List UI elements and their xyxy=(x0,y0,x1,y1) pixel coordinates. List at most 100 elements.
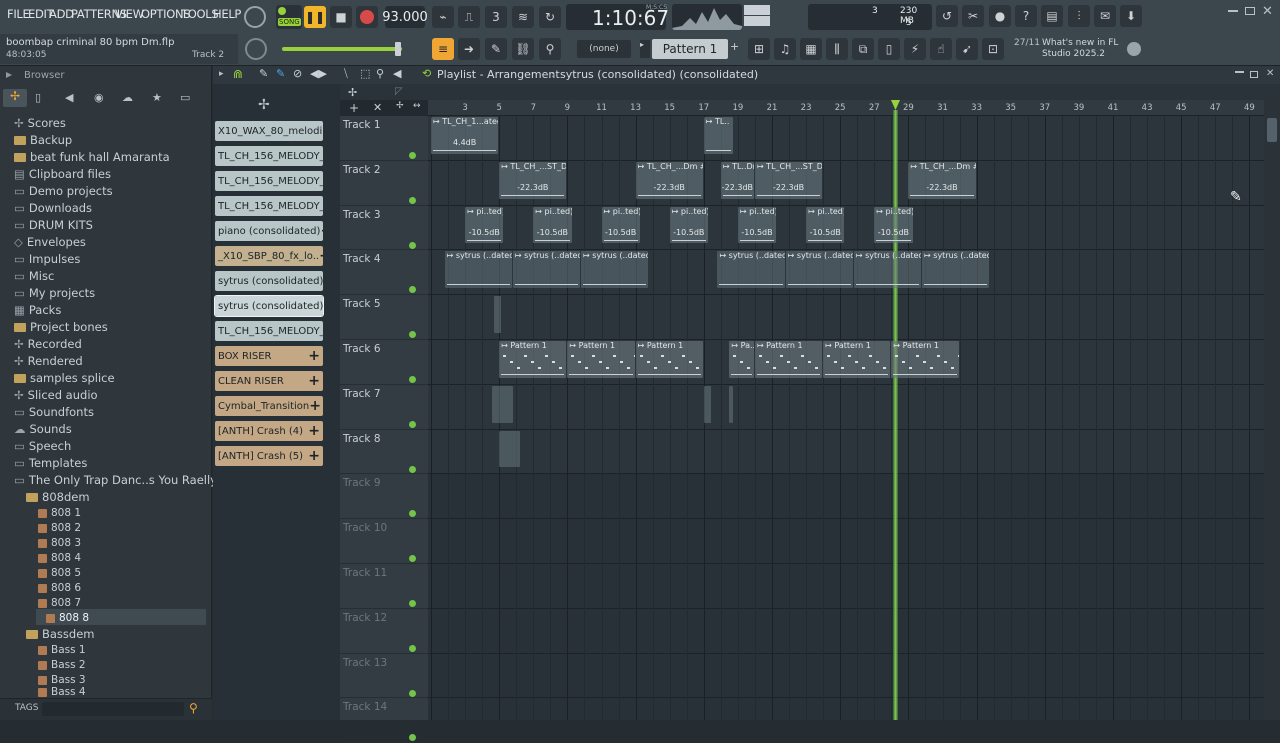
browser-item[interactable]: ▦Packs xyxy=(14,302,61,318)
metronome-dial[interactable] xyxy=(244,6,266,28)
track-name[interactable]: Track 2 xyxy=(343,164,423,176)
browser-cloud-icon[interactable]: ◉ xyxy=(94,91,104,104)
browser-plugins-icon[interactable]: ◀ xyxy=(65,91,73,104)
track-name[interactable]: Track 12 xyxy=(343,612,423,624)
countdown-icon[interactable]: 3 xyxy=(485,6,507,28)
browser-item[interactable]: ✢Rendered xyxy=(14,353,83,369)
snap-select[interactable]: (none) xyxy=(577,40,631,58)
track-mute-led-icon[interactable] xyxy=(409,466,416,473)
link-icon[interactable]: ⛓ xyxy=(512,38,534,60)
playlist-clip[interactable]: ↦ sytrus (..dated) xyxy=(445,251,512,288)
play-arrow-icon[interactable]: ▸ xyxy=(219,69,224,79)
track-name[interactable]: Track 4 xyxy=(343,253,423,265)
microphone-icon[interactable]: ● xyxy=(989,5,1011,27)
browser-file[interactable]: 808 1 xyxy=(38,505,81,521)
channel-item[interactable]: BOX RISER+ xyxy=(215,346,323,366)
playlist-clip[interactable]: ↦ TL..Dm-22.3dB xyxy=(721,162,754,199)
grid-row[interactable] xyxy=(428,654,1264,699)
channel-item[interactable]: TL_CH_156_MELODY_..+ xyxy=(215,171,323,191)
browser-file[interactable]: Bass 1 xyxy=(38,642,86,658)
playlist-minimize-icon[interactable] xyxy=(1235,71,1244,73)
browser-item[interactable]: ▭DRUM KITS xyxy=(14,217,93,233)
playlist-clip[interactable]: ↦ Pattern 1 xyxy=(823,341,890,378)
plugin-icon[interactable]: ⧉ xyxy=(852,38,874,60)
track-mute-led-icon[interactable] xyxy=(409,421,416,428)
magnet-icon[interactable]: ⋒ xyxy=(233,67,243,81)
playlist-clip[interactable]: ↦ sytrus (..dated) xyxy=(786,251,853,288)
channel-item[interactable]: CLEAN RISER+ xyxy=(215,371,323,391)
menu-add[interactable]: ADD xyxy=(49,7,74,21)
close-window-icon[interactable]: ✕ xyxy=(1262,4,1273,19)
channel-item[interactable]: TL_CH_156_MELODY_..+ xyxy=(215,321,323,341)
track-mute-led-icon[interactable] xyxy=(409,690,416,697)
grid-row[interactable] xyxy=(428,116,1264,161)
browser-item[interactable]: ▭Impulses xyxy=(14,251,80,267)
playlist-clip[interactable]: ↦ Pattern 1 xyxy=(755,341,822,378)
browser-item[interactable]: ✢Scores xyxy=(14,115,66,131)
cut-icon[interactable]: ✂ xyxy=(962,5,984,27)
playlist-play-icon[interactable]: ⟲ xyxy=(422,67,431,80)
add-track-icon[interactable]: ✢ xyxy=(348,86,357,99)
slider-handle[interactable] xyxy=(395,42,401,56)
globe-icon[interactable] xyxy=(1127,42,1141,56)
add-pattern-icon[interactable]: + xyxy=(730,40,740,58)
browser-file[interactable]: 808 3 xyxy=(38,535,81,551)
browser-item[interactable]: ▭Speech xyxy=(14,438,71,454)
track-mute-led-icon[interactable] xyxy=(409,645,416,652)
stop-button[interactable]: ■ xyxy=(330,6,352,28)
playlist-clip[interactable]: ↦ Pa..n 1 xyxy=(729,341,754,378)
browser-item[interactable]: Backup xyxy=(14,132,72,148)
menu-file[interactable]: FILE xyxy=(7,7,29,21)
browser-star-icon[interactable]: ★ xyxy=(152,91,162,104)
browser-item[interactable]: ◇Envelopes xyxy=(14,234,86,250)
browser-file[interactable]: Bass 2 xyxy=(38,657,86,673)
grid-row[interactable] xyxy=(428,474,1264,519)
record-button[interactable] xyxy=(356,6,378,28)
browser-item[interactable]: ☁Sounds xyxy=(14,421,72,437)
browser-folder-icon[interactable]: ▭ xyxy=(180,91,190,104)
browser-file[interactable]: 808 4 xyxy=(38,550,81,566)
chat-icon[interactable]: ✉ xyxy=(1094,5,1116,27)
mixer-faders-icon[interactable]: ⫼ xyxy=(826,38,848,60)
track-mute-led-icon[interactable] xyxy=(409,242,416,249)
browser-item[interactable]: ▭Soundfonts xyxy=(14,404,94,420)
browser-icon[interactable]: ▯ xyxy=(878,38,900,60)
browser-item[interactable]: ✢Recorded xyxy=(14,336,82,352)
delete-tool-icon[interactable]: ⊘ xyxy=(293,67,302,80)
playlist-icon[interactable]: ▦ xyxy=(800,38,822,60)
resize-icon[interactable]: ↔ xyxy=(413,101,421,111)
playlist-maximize-icon[interactable] xyxy=(1250,71,1258,78)
time-display[interactable]: 1:10:67 M:S:CS xyxy=(566,4,666,30)
track-name[interactable]: Track 1 xyxy=(343,119,423,131)
browser-file[interactable]: 808 2 xyxy=(38,520,81,536)
playlist-close-icon[interactable]: ✕ xyxy=(1266,68,1274,79)
channel-item[interactable]: Cymbal_Transition+ xyxy=(215,396,323,416)
grid-row[interactable] xyxy=(428,609,1264,654)
search-icon[interactable]: ⚲ xyxy=(189,701,198,715)
track-mute-led-icon[interactable] xyxy=(409,152,416,159)
mixer-icon[interactable]: ⫶ xyxy=(1068,5,1090,27)
track-name[interactable]: Track 5 xyxy=(343,298,423,310)
browser-item[interactable]: samples splice xyxy=(14,370,115,386)
track-name[interactable]: Track 8 xyxy=(343,433,423,445)
playlist-clip[interactable]: ↦ pi..ted)-10.5dB xyxy=(465,207,503,244)
track-mute-led-icon[interactable] xyxy=(409,197,416,204)
browser-item[interactable]: ▭Demo projects xyxy=(14,183,113,199)
browser-folder-bassdem[interactable]: Bassdem xyxy=(26,626,95,642)
song-mode-toggle[interactable]: SONG xyxy=(276,5,302,29)
playlist-clip[interactable]: ↦ Pattern 1 xyxy=(567,341,634,378)
slice-tool-icon[interactable]: ⧹ xyxy=(344,67,348,81)
playlist-clip-small[interactable] xyxy=(729,386,732,423)
browser-item[interactable]: ▤Clipboard files xyxy=(14,166,111,182)
zoom-tool-icon[interactable]: ⚲ xyxy=(376,67,384,80)
speaker-tool-icon[interactable]: ◀ xyxy=(393,67,401,80)
playlist-clip-small[interactable] xyxy=(492,386,512,423)
select-tool-icon[interactable]: ⬚ xyxy=(360,67,370,80)
browser-file[interactable]: Bass 4 xyxy=(38,686,86,698)
browser-file-selected[interactable]: 808 8 xyxy=(46,610,89,626)
track-name[interactable]: Track 14 xyxy=(343,701,423,713)
download-icon[interactable]: ⬇ xyxy=(1120,5,1142,27)
arrow-right-icon[interactable]: ➜ xyxy=(458,38,480,60)
browser-item[interactable]: ▭My projects xyxy=(14,285,95,301)
channel-item[interactable]: X10_WAX_80_melodi..+ xyxy=(215,121,323,141)
